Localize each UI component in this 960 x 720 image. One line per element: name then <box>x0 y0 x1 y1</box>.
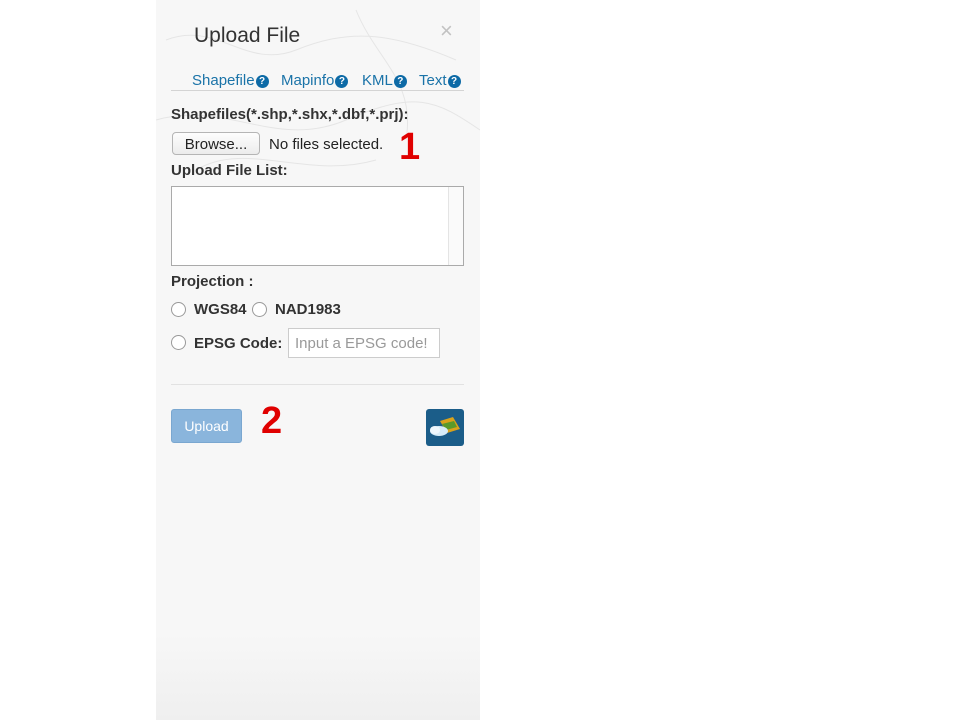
upload-file-list-label: Upload File List: <box>171 162 288 179</box>
tab-label: Mapinfo <box>281 72 335 89</box>
shapefiles-label: Shapefiles(*.shp,*.shx,*.dbf,*.prj): <box>171 106 409 123</box>
upload-button[interactable]: Upload <box>171 409 242 443</box>
upload-file-panel: Upload File × Shapefile? Mapinfo? KML? T… <box>156 0 480 720</box>
layer-cloud-icon[interactable] <box>426 409 464 446</box>
help-icon[interactable]: ? <box>335 75 349 88</box>
tab-text[interactable]: Text? <box>419 72 461 89</box>
tab-label: Shapefile <box>192 72 255 89</box>
divider <box>171 384 464 385</box>
help-icon[interactable]: ? <box>447 75 461 88</box>
file-list-scrollbar[interactable] <box>448 187 463 265</box>
help-icon[interactable]: ? <box>393 75 407 88</box>
annotation-marker-2: 2 <box>261 400 283 442</box>
wgs84-radio[interactable] <box>171 302 186 317</box>
epsg-radio[interactable] <box>171 335 186 350</box>
tab-kml[interactable]: KML? <box>362 72 407 89</box>
nad1983-radio[interactable] <box>252 302 267 317</box>
tab-label: Text <box>419 72 447 89</box>
nad1983-label[interactable]: NAD1983 <box>275 301 341 318</box>
tab-shapefile[interactable]: Shapefile? <box>192 72 269 89</box>
annotation-marker-1: 1 <box>399 126 421 168</box>
epsg-code-label[interactable]: EPSG Code: <box>194 335 282 352</box>
wgs84-label[interactable]: WGS84 <box>194 301 247 318</box>
tab-mapinfo[interactable]: Mapinfo? <box>281 72 349 89</box>
dialog-title: Upload File <box>194 24 301 47</box>
close-icon[interactable]: × <box>440 20 453 42</box>
epsg-code-input[interactable] <box>288 328 440 358</box>
upload-file-list[interactable] <box>171 186 464 266</box>
projection-label: Projection : <box>171 273 254 290</box>
tab-label: KML <box>362 72 393 89</box>
file-status-text: No files selected. <box>269 136 384 153</box>
browse-button[interactable]: Browse... <box>172 132 260 155</box>
help-icon[interactable]: ? <box>255 75 269 88</box>
file-type-tabs: Shapefile? Mapinfo? KML? Text? <box>171 72 464 91</box>
